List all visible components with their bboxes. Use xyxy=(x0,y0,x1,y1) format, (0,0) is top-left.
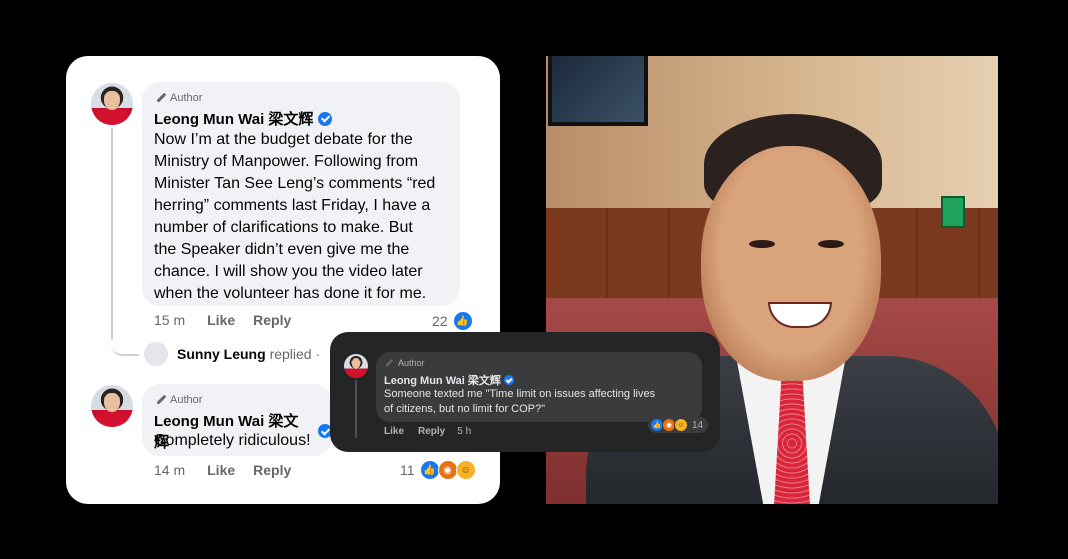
comment-meta: 14 m Like Reply xyxy=(154,462,291,478)
comment-time: 5 h xyxy=(457,426,472,437)
thread-line xyxy=(111,128,113,340)
comment-bubble: Author Leong Mun Wai 梁文辉 Someone texted … xyxy=(376,352,702,422)
author-tag: Author xyxy=(156,394,202,406)
author-tag-label: Author xyxy=(398,358,425,368)
author-name-text[interactable]: Leong Mun Wai 梁文辉 xyxy=(154,108,313,129)
author-avatar[interactable] xyxy=(344,354,368,378)
angry-icon: ◉ xyxy=(437,460,458,480)
replied-label: replied xyxy=(269,346,312,362)
comment-text: Someone texted me "Time limit on issues … xyxy=(384,388,656,415)
comment-bubble: Author Leong Mun Wai 梁文辉 Now I’m at the … xyxy=(142,82,460,306)
like-button[interactable]: Like xyxy=(207,462,235,478)
reply-button[interactable]: Reply xyxy=(253,462,291,478)
author-avatar[interactable] xyxy=(91,385,133,427)
left-eye xyxy=(749,240,775,248)
author-name-text[interactable]: Leong Mun Wai 梁文辉 xyxy=(384,372,501,388)
comment-time: 14 m xyxy=(154,462,186,478)
verified-badge-icon xyxy=(318,111,333,126)
haha-icon: ☺ xyxy=(455,460,476,480)
reaction-count: 22 xyxy=(432,313,448,329)
haha-icon: ☺ xyxy=(674,418,688,432)
author-tag: Author xyxy=(384,358,425,368)
comment-text: Now I’m at the budget debate for the Min… xyxy=(154,131,436,302)
exit-sign xyxy=(941,196,965,228)
verified-badge-icon xyxy=(503,375,514,385)
comment-author-name[interactable]: Leong Mun Wai 梁文辉 xyxy=(154,108,333,129)
comment-author-name[interactable]: Leong Mun Wai 梁文辉 xyxy=(384,372,514,388)
person-face xyxy=(701,146,881,381)
pen-icon xyxy=(156,395,166,405)
reaction-count: 14 xyxy=(692,419,704,431)
reaction-summary[interactable]: 👍 ◉ ☺ 14 xyxy=(648,417,709,433)
replier-avatar[interactable] xyxy=(144,342,168,366)
author-tag: Author xyxy=(156,92,202,104)
author-tag-label: Author xyxy=(170,394,203,406)
like-button[interactable]: Like xyxy=(384,426,404,437)
wall-monitor xyxy=(548,56,648,126)
pen-icon xyxy=(156,93,166,103)
reaction-summary[interactable]: 22 👍 xyxy=(432,311,473,331)
comment-meta: 15 m Like Reply xyxy=(154,312,291,328)
dark-comment-card: Author Leong Mun Wai 梁文辉 Someone texted … xyxy=(330,332,720,452)
reaction-summary[interactable]: 11 👍 ◉ ☺ xyxy=(400,460,476,480)
like-icon: 👍 xyxy=(419,460,440,480)
thread-line xyxy=(355,380,357,438)
author-tag-label: Author xyxy=(170,92,203,104)
right-eye xyxy=(818,240,844,248)
comment-text: Completely ridiculous! xyxy=(154,432,311,449)
comment-bubble: Author Leong Mun Wai 梁文辉 Completely ridi… xyxy=(142,384,332,456)
reply-button[interactable]: Reply xyxy=(253,312,291,328)
thread-connector xyxy=(111,326,139,356)
like-icon: 👍 xyxy=(452,311,473,331)
reply-button[interactable]: Reply xyxy=(418,426,445,437)
reaction-count: 11 xyxy=(400,462,415,478)
pen-icon xyxy=(385,359,393,367)
author-avatar[interactable] xyxy=(91,83,133,125)
like-button[interactable]: Like xyxy=(207,312,235,328)
comment-time: 15 m xyxy=(154,312,186,328)
comment-meta: Like Reply 5 h xyxy=(384,426,471,437)
reply-preview[interactable]: Sunny Leung replied · xyxy=(177,346,320,362)
separator-dot: · xyxy=(315,346,321,362)
replier-name[interactable]: Sunny Leung xyxy=(177,346,266,362)
